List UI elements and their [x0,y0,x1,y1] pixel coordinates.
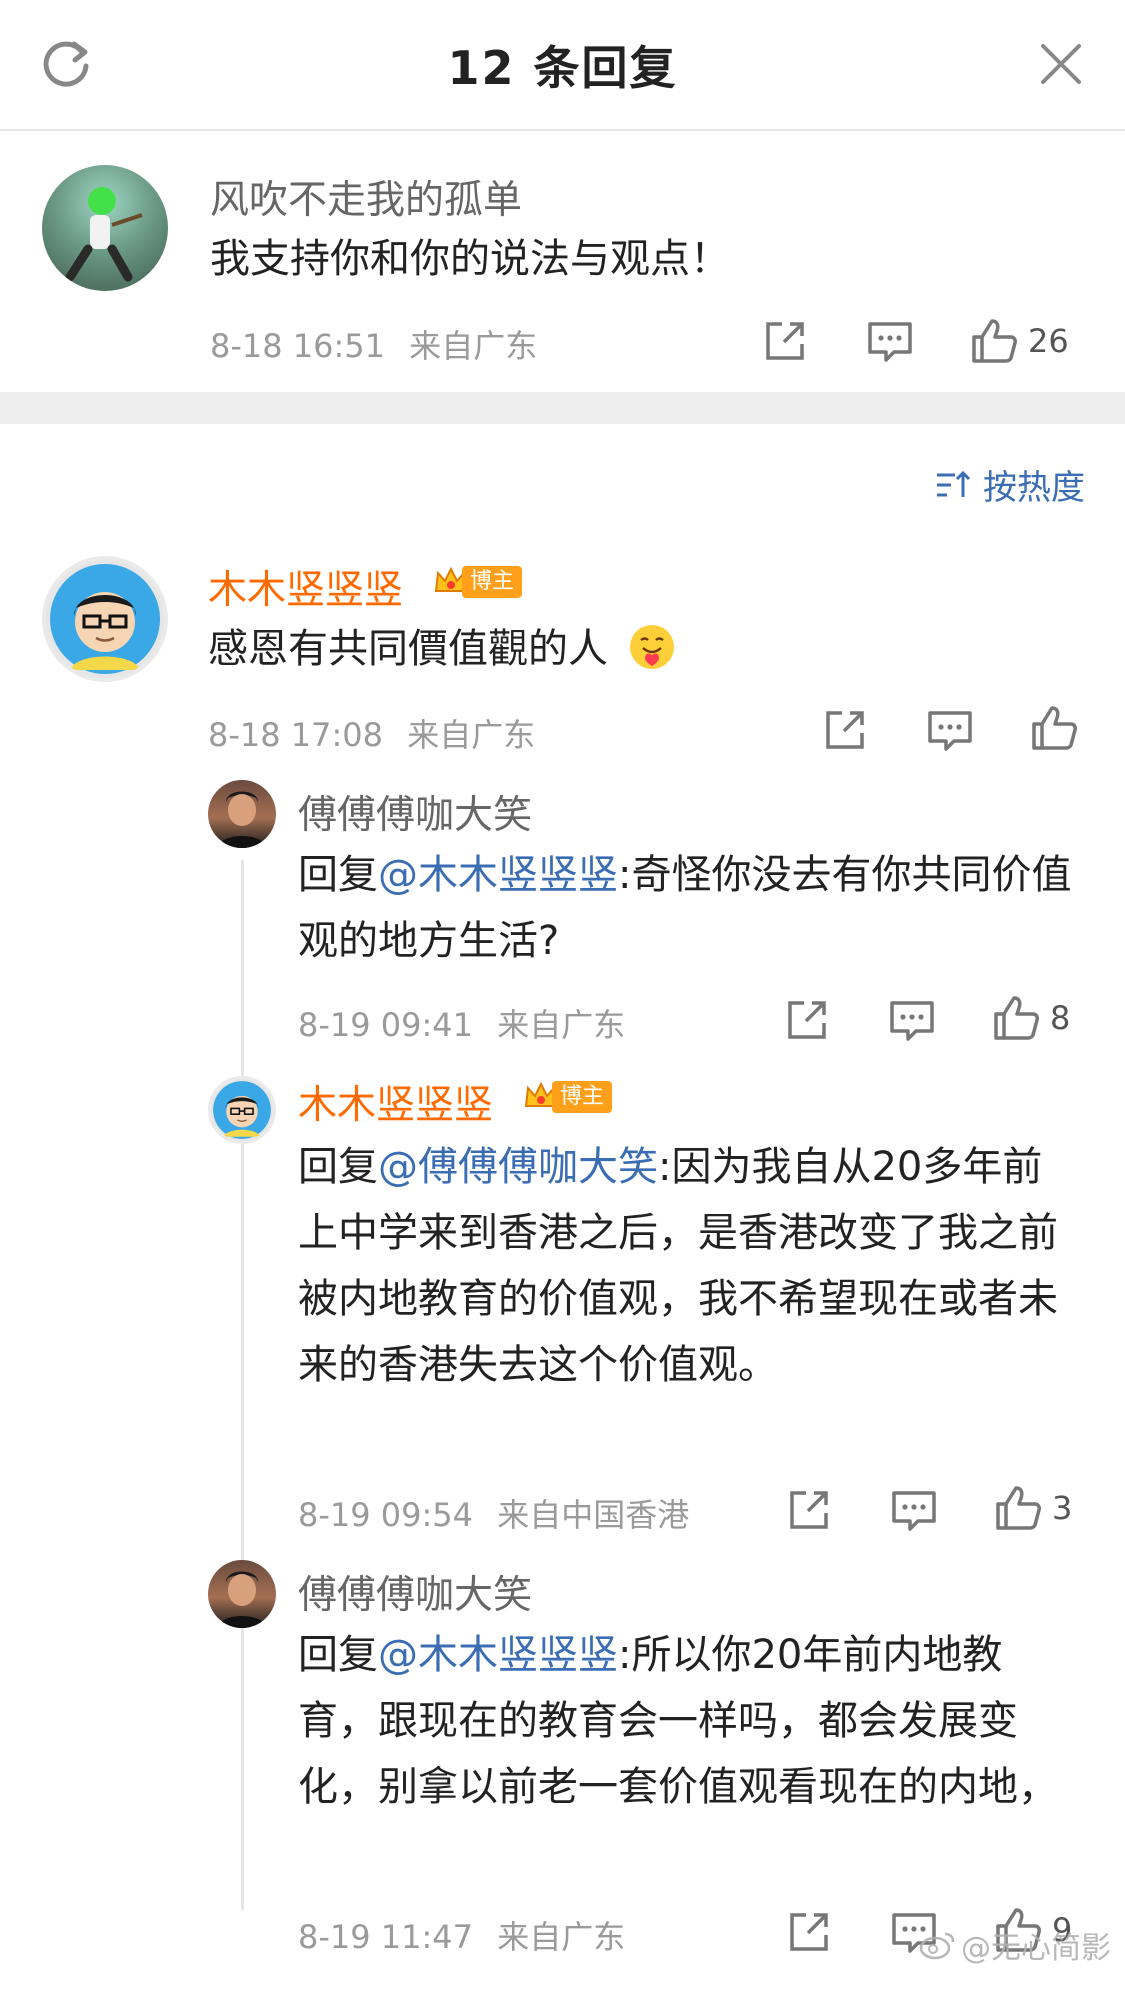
reply-meta: 8-19 09:41 来自广东 [298,1000,625,1046]
cartoon-avatar-icon [213,1081,271,1139]
reply-time: 8-19 09:41 [298,1006,474,1044]
comment-button[interactable] [926,706,974,754]
reply-time: 8-19 09:54 [298,1496,474,1534]
comment-location: 来自广东 [409,327,538,365]
main-comment: 风吹不走我的孤单 我支持你和你的说法与观点！ 8-18 16:51 来自广东 2… [0,131,1125,391]
blogger-badge: 博主 [432,565,523,599]
share-icon [790,1491,828,1529]
reply-text-content: 感恩有共同價值觀的人 [208,626,608,672]
like-button[interactable]: 26 [970,317,1069,365]
share-icon [790,1913,828,1951]
like-button[interactable]: 8 [992,994,1070,1042]
share-icon [766,322,804,360]
comment-icon [890,1001,934,1041]
thumbs-up-icon [994,996,1039,1040]
mention-link[interactable]: @木木竖竖竖 [378,1632,618,1678]
avatar[interactable] [42,165,168,291]
header: 12 条回复 [0,0,1125,131]
reply-text: 回复@傅傅傅咖大笑:因为我自从20多年前上中学来到香港之后，是香港改变了我之前被… [298,1134,1078,1398]
comment-time: 8-18 16:51 [210,327,386,365]
like-count: 26 [1028,322,1069,360]
mention-link[interactable]: @木木竖竖竖 [378,852,618,898]
reply-location: 来自广东 [407,716,536,754]
comment-button[interactable] [888,996,936,1044]
thumbs-up-icon [996,1486,1041,1530]
avatar[interactable] [208,1076,276,1144]
reply-meta: 8-18 17:08 来自广东 [208,710,535,756]
share-icon [826,711,864,749]
comment-meta: 8-18 16:51 来自广东 [210,321,537,367]
comment-username[interactable]: 风吹不走我的孤单 [210,169,522,225]
comment-icon [928,711,972,751]
mention-link[interactable]: @傅傅傅咖大笑 [378,1144,658,1190]
like-count: 8 [1050,999,1071,1037]
cosplay-photo-icon [65,187,143,282]
weibo-logo-icon [919,1932,955,1960]
badge-label: 博主 [462,566,523,598]
photo-avatar-icon [218,1571,266,1628]
comment-icon [892,1491,936,1531]
reply-prefix: 回复 [298,1632,378,1678]
comment-text: 我支持你和你的说法与观点！ [210,236,730,282]
reply-username[interactable]: 傅傅傅咖大笑 [298,1564,532,1620]
share-button[interactable] [762,317,808,365]
reply-meta: 8-19 11:47 来自广东 [298,1912,625,1958]
sort-button[interactable]: 按热度 [935,460,1085,509]
comment-icon [868,322,912,362]
thumbs-up-icon [972,319,1017,363]
like-count: 3 [1052,1489,1073,1527]
reply-prefix: 回复 [298,852,378,898]
reply-username[interactable]: 木木竖竖竖 [208,559,403,615]
like-button[interactable]: 3 [994,1484,1072,1532]
thread-line [241,860,244,1910]
sort-label: 按热度 [983,468,1085,508]
share-button[interactable] [786,1908,832,1956]
avatar[interactable] [208,780,276,848]
share-button[interactable] [822,706,868,754]
like-button[interactable] [1030,704,1088,752]
close-icon[interactable] [1037,40,1085,88]
share-icon [788,1001,826,1039]
section-divider [0,392,1125,424]
share-button[interactable] [786,1486,832,1534]
reply-location: 来自广东 [497,1006,626,1044]
reply-time: 8-18 17:08 [208,716,384,754]
hug-emoji-icon [629,625,674,669]
watermark: @无心简影 [919,1923,1111,1967]
reply-time: 8-19 11:47 [298,1918,474,1956]
badge-label: 博主 [552,1081,613,1113]
reply-username[interactable]: 傅傅傅咖大笑 [298,784,532,840]
reply-location: 来自中国香港 [497,1496,690,1534]
watermark-text: @无心简影 [961,1931,1111,1966]
reply-text: 感恩有共同價值觀的人 [208,616,1088,682]
sort-icon [937,470,971,497]
reply-prefix: 回复 [298,1144,378,1190]
cartoon-avatar-icon [50,564,160,674]
photo-avatar-icon [218,791,266,848]
comment-button[interactable] [866,317,914,365]
blogger-badge: 博主 [522,1080,613,1114]
page-title: 12 条回复 [447,41,678,95]
thumbs-up-icon [1032,706,1077,750]
share-button[interactable] [784,996,830,1044]
comment-button[interactable] [890,1486,938,1534]
reply-meta: 8-19 09:54 来自中国香港 [298,1490,689,1536]
reply-text: 回复@木木竖竖竖:奇怪你没去有你共同价值观的地方生活? [298,842,1078,974]
reply-text: 回复@木木竖竖竖:所以你20年前内地教育，跟现在的教育会一样吗，都会发展变化，别… [298,1622,1078,1820]
avatar[interactable] [208,1560,276,1628]
reply-username[interactable]: 木木竖竖竖 [298,1074,493,1130]
avatar[interactable] [42,556,168,682]
reply-location: 来自广东 [497,1918,626,1956]
